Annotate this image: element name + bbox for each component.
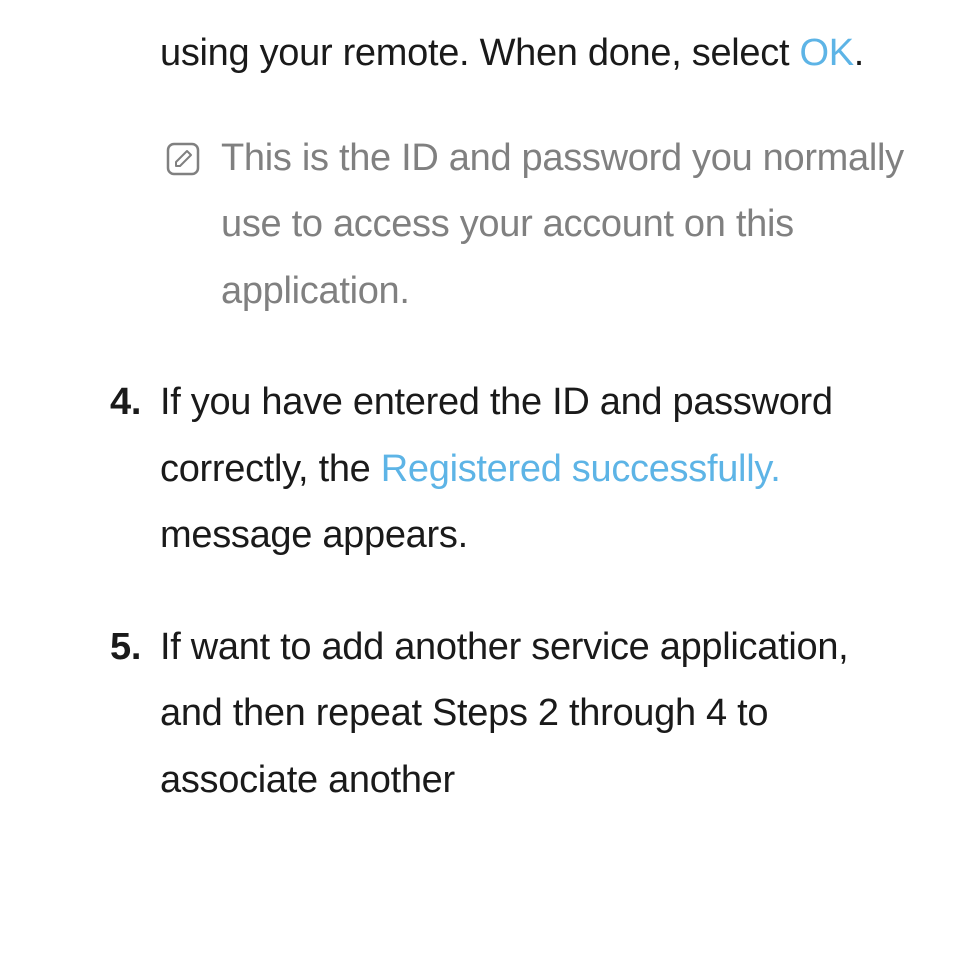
step-4-number: 4.	[110, 369, 160, 436]
step-5-text-before: If want to add another service applicati…	[160, 626, 848, 801]
step-4-text-after: message appears.	[160, 514, 468, 556]
note-pencil-icon	[165, 141, 201, 177]
continuation-highlight-ok: OK	[799, 32, 853, 74]
step-5-block: 5. If want to add another service applic…	[110, 614, 904, 814]
step-5-number: 5.	[110, 614, 160, 681]
continuation-text-after: .	[854, 32, 864, 74]
continuation-paragraph: using your remote. When done, select OK.	[160, 20, 904, 87]
step-4-text: If you have entered the ID and password …	[160, 369, 904, 569]
continuation-text-before: using your remote. When done, select	[160, 32, 799, 74]
note-text: This is the ID and password you normally…	[221, 125, 904, 325]
step-5-text: If want to add another service applicati…	[160, 614, 904, 814]
step-4-highlight: Registered successfully.	[381, 448, 781, 490]
step-4-block: 4. If you have entered the ID and passwo…	[110, 369, 904, 569]
note-block: This is the ID and password you normally…	[165, 125, 904, 325]
